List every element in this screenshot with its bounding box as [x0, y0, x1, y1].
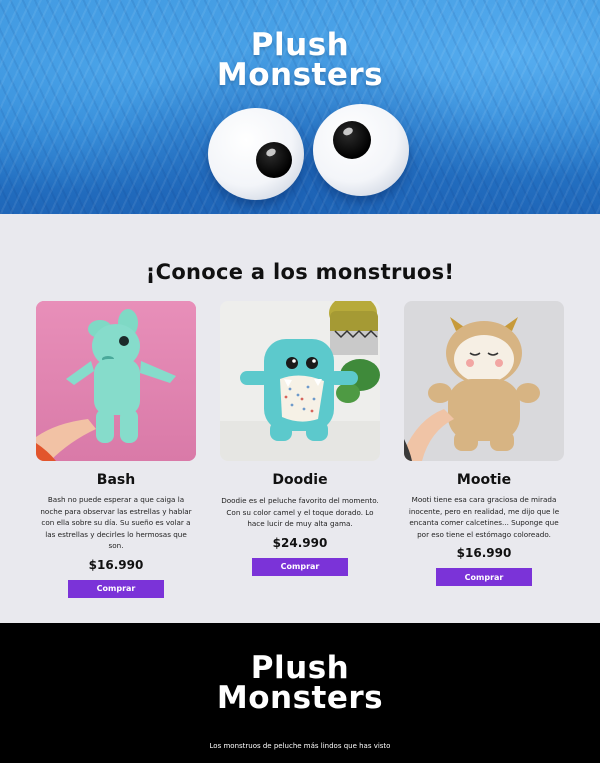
- product-image-bash[interactable]: [36, 301, 196, 461]
- product-description: Mooti tiene esa cara graciosa de mirada …: [408, 495, 560, 539]
- brand-logo-line2: Monsters: [216, 57, 384, 93]
- product-image-doodie[interactable]: [220, 301, 380, 461]
- product-price: $16.990: [456, 546, 512, 560]
- buy-button-mootie[interactable]: Comprar: [436, 568, 532, 586]
- brand-logo-line2: Monsters: [216, 680, 384, 716]
- product-image-mootie[interactable]: [404, 301, 564, 461]
- buy-button-bash[interactable]: Comprar: [68, 579, 164, 598]
- products-section: ¡Conoce a los monstruos! Bash Bash no pu…: [0, 214, 600, 623]
- product-card-mootie: Mootie Mooti tiene esa cara graciosa de …: [403, 301, 565, 586]
- product-name: Doodie: [272, 472, 328, 488]
- footer-tagline: Los monstruos de peluche más lindos que …: [209, 742, 391, 750]
- brand-logo-line1: Plush: [250, 650, 350, 686]
- product-description: Doodie es el peluche favorito del moment…: [221, 496, 379, 528]
- product-card-bash: Bash Bash no puede esperar a que caiga l…: [35, 301, 197, 598]
- doodie-plush-illustration: [220, 301, 380, 461]
- site-footer: Plush Monsters Los monstruos de peluche …: [0, 623, 600, 763]
- mootie-plush-illustration: [404, 301, 564, 461]
- product-price: $16.990: [88, 557, 144, 572]
- pupil: [333, 121, 371, 159]
- pupil: [256, 142, 292, 178]
- product-name: Mootie: [456, 472, 512, 488]
- brand-logo-line1: Plush: [250, 27, 350, 63]
- monster-eye-right: [313, 104, 409, 196]
- monster-eye-left: [208, 108, 304, 200]
- bash-plush-illustration: [36, 301, 196, 461]
- brand-logo[interactable]: Plush Monsters: [0, 27, 600, 93]
- product-description: Bash no puede esperar a que caiga la noc…: [40, 495, 192, 550]
- product-card-doodie: Doodie Doodie es el peluche favorito del…: [219, 301, 381, 576]
- product-name: Bash: [96, 472, 136, 488]
- buy-button-doodie[interactable]: Comprar: [252, 557, 348, 576]
- hero-banner: Plush Monsters: [0, 0, 600, 214]
- section-title: ¡Conoce a los monstruos!: [145, 260, 455, 284]
- footer-brand-logo[interactable]: Plush Monsters: [0, 650, 600, 716]
- product-price: $24.990: [272, 535, 328, 550]
